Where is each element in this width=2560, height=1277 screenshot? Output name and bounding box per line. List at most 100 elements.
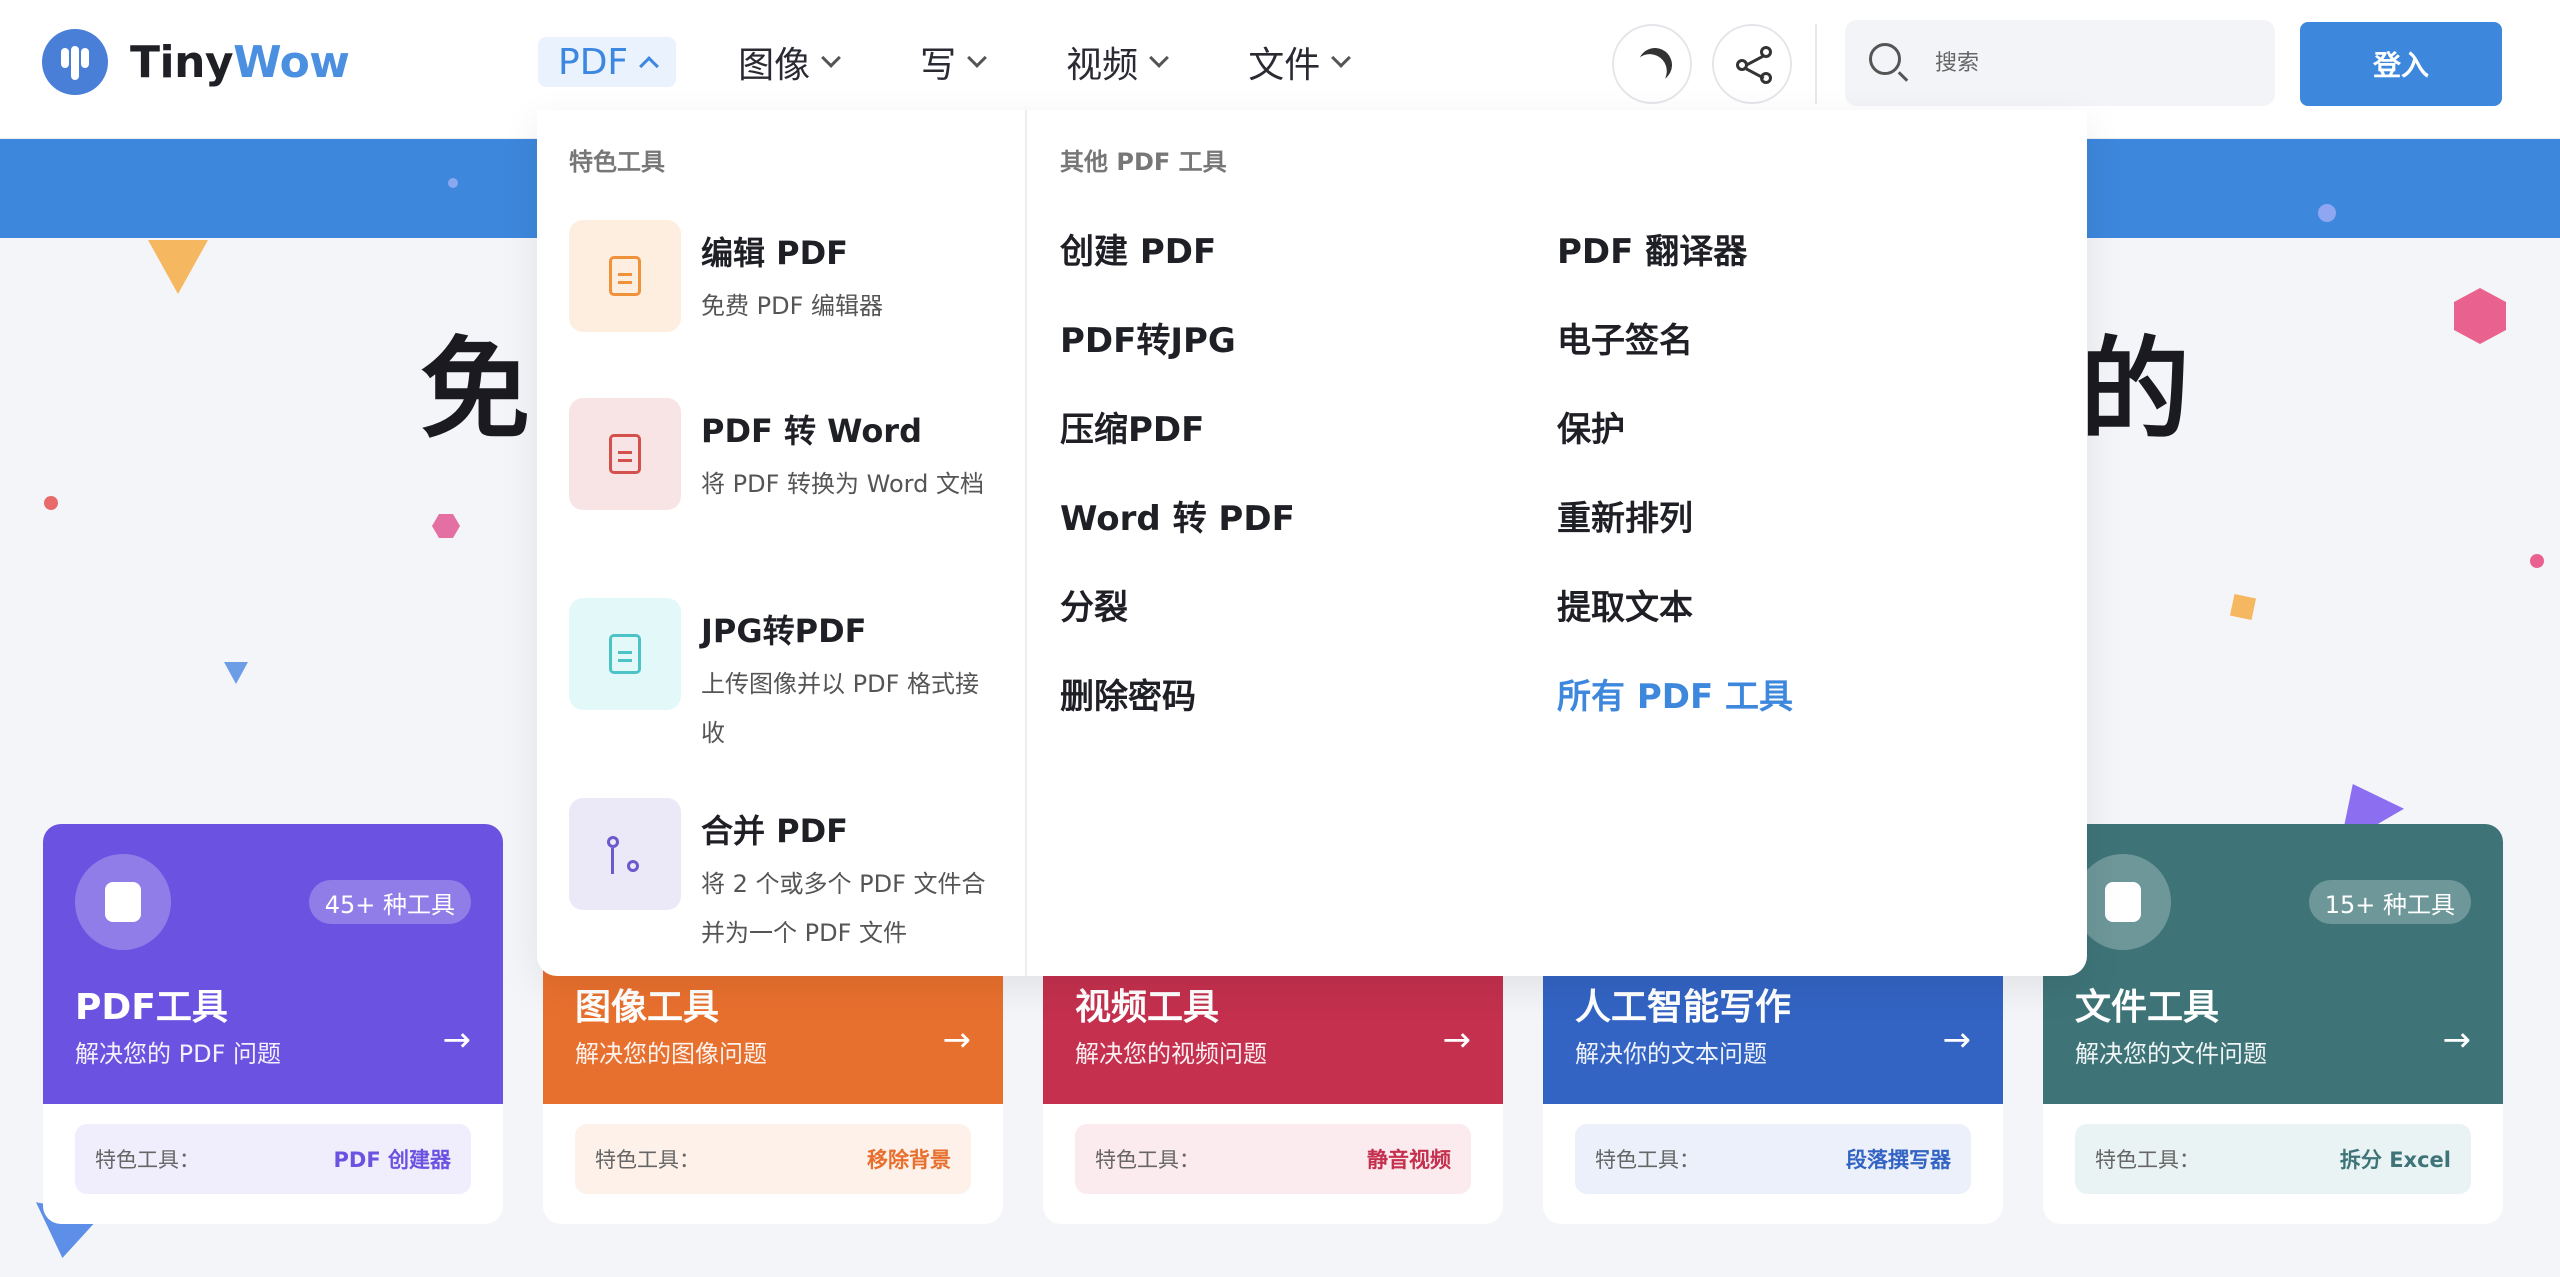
decor-triangle <box>148 240 208 294</box>
tool-link-pdf-translator[interactable]: PDF 翻译器 <box>1557 224 1747 273</box>
featured-tool-link[interactable]: PDF 创建器 <box>334 1144 451 1174</box>
moon-icon <box>1633 43 1677 87</box>
search-input[interactable] <box>1935 42 2255 84</box>
featured-tool-link[interactable]: 拆分 Excel <box>2340 1144 2451 1174</box>
header-divider <box>1815 24 1817 104</box>
featured-tool-row[interactable]: 特色工具： 移除背景 <box>575 1124 971 1194</box>
hero-title-left: 免 <box>420 326 530 454</box>
tool-link-split[interactable]: 分裂 <box>1060 580 1128 629</box>
chevron-down-icon <box>1149 48 1170 68</box>
nav-file[interactable]: 文件 <box>1228 37 1368 87</box>
decor-dot <box>448 178 458 188</box>
card-subtitle: 解决您的 PDF 问题 <box>75 1040 282 1068</box>
tool-link-reorder[interactable]: 重新排列 <box>1557 491 1693 540</box>
theme-toggle-button[interactable] <box>1612 24 1692 104</box>
tool-count-badge: 45+ 种工具 <box>308 880 471 924</box>
featured-tool-link[interactable]: 移除背景 <box>867 1144 951 1174</box>
nav-image[interactable]: 图像 <box>718 37 858 87</box>
tool-link-word-to-pdf[interactable]: Word 转 PDF <box>1060 491 1295 540</box>
card-file-tools[interactable]: 15+ 种工具 文件工具 解决您的文件问题 → 特色工具： 拆分 Excel <box>2043 824 2503 1224</box>
decor-cube <box>2454 288 2506 344</box>
card-title: PDF工具 <box>75 987 228 1028</box>
card-title: 图像工具 <box>575 987 720 1028</box>
main-nav: PDF 图像 写 视频 文件 <box>538 37 1410 87</box>
featured-label: 特色工具： <box>2095 1148 2200 1172</box>
featured-item-merge-pdf[interactable]: 合并 PDF 将 2 个或多个 PDF 文件合并为一个 PDF 文件 <box>569 798 1009 958</box>
tool-link-compress-pdf[interactable]: 压缩PDF <box>1060 402 1204 451</box>
decor-dot <box>2530 554 2544 568</box>
featured-item-desc: 免费 PDF 编辑器 <box>701 292 884 320</box>
tool-count-badge: 15+ 种工具 <box>2308 880 2471 924</box>
card-header: 15+ 种工具 文件工具 解决您的文件问题 → <box>2043 824 2503 1104</box>
tool-link-protect[interactable]: 保护 <box>1557 402 1625 451</box>
chevron-up-icon <box>639 56 660 76</box>
chevron-down-icon <box>1331 48 1352 68</box>
arrow-right-icon[interactable]: → <box>1443 1020 1472 1060</box>
pdf-icon <box>75 854 171 950</box>
card-title: 人工智能写作 <box>1575 987 1792 1028</box>
decor-hexagon <box>432 514 460 538</box>
card-pdf-tools[interactable]: 45+ 种工具 PDF工具 解决您的 PDF 问题 → 特色工具： PDF 创建… <box>43 824 503 1224</box>
featured-tool-link[interactable]: 静音视频 <box>1367 1144 1451 1174</box>
card-title: 文件工具 <box>2075 987 2220 1028</box>
featured-item-title: JPG转PDF <box>701 612 867 650</box>
featured-label: 特色工具： <box>1095 1148 1200 1172</box>
tool-link-pdf-to-jpg[interactable]: PDF转JPG <box>1060 313 1236 362</box>
nav-video[interactable]: 视频 <box>1046 37 1186 87</box>
featured-tool-row[interactable]: 特色工具： 拆分 Excel <box>2075 1124 2471 1194</box>
decor-dot <box>44 496 58 510</box>
featured-item-desc: 将 2 个或多个 PDF 文件合并为一个 PDF 文件 <box>701 870 986 947</box>
word-doc-icon <box>569 398 681 510</box>
card-subtitle: 解决您的视频问题 <box>1075 1040 1267 1068</box>
tool-link-create-pdf[interactable]: 创建 PDF <box>1060 224 1216 273</box>
decor-triangle <box>224 662 248 684</box>
share-button[interactable] <box>1712 24 1792 104</box>
merge-icon <box>569 798 681 910</box>
card-subtitle: 解决你的文本问题 <box>1575 1040 1767 1068</box>
search-box <box>1845 20 2275 106</box>
tool-link-extract-text[interactable]: 提取文本 <box>1557 580 1693 629</box>
featured-item-jpg-to-pdf[interactable]: JPG转PDF 上传图像并以 PDF 格式接收 <box>569 598 1009 778</box>
featured-heading: 特色工具 <box>569 148 665 176</box>
other-tools-heading: 其他 PDF 工具 <box>1060 148 1227 176</box>
featured-label: 特色工具： <box>95 1148 200 1172</box>
featured-item-title: PDF 转 Word <box>701 412 922 450</box>
featured-item-desc: 将 PDF 转换为 Word 文档 <box>701 470 984 498</box>
decor-dot <box>2318 204 2336 222</box>
logo-icon <box>42 29 108 95</box>
featured-item-edit-pdf[interactable]: 编辑 PDF 免费 PDF 编辑器 <box>569 220 1009 360</box>
shapes-icon <box>2075 854 2171 950</box>
tool-link-e-sign[interactable]: 电子签名 <box>1557 313 1693 362</box>
featured-label: 特色工具： <box>595 1148 700 1172</box>
featured-tool-row[interactable]: 特色工具： 静音视频 <box>1075 1124 1471 1194</box>
featured-label: 特色工具： <box>1595 1148 1700 1172</box>
image-doc-icon <box>569 598 681 710</box>
arrow-right-icon[interactable]: → <box>1943 1020 1972 1060</box>
chevron-down-icon <box>967 48 988 68</box>
login-button[interactable]: 登入 <box>2300 22 2502 106</box>
featured-tool-row[interactable]: 特色工具： PDF 创建器 <box>75 1124 471 1194</box>
card-subtitle: 解决您的图像问题 <box>575 1040 767 1068</box>
card-header: 45+ 种工具 PDF工具 解决您的 PDF 问题 → <box>43 824 503 1104</box>
tool-link-remove-password[interactable]: 删除密码 <box>1060 669 1196 718</box>
arrow-right-icon[interactable]: → <box>943 1020 972 1060</box>
hero-title-right: 的 <box>2080 326 2190 454</box>
arrow-right-icon[interactable]: → <box>2443 1020 2472 1060</box>
featured-item-desc: 上传图像并以 PDF 格式接收 <box>701 670 980 747</box>
pdf-dropdown-menu: 特色工具 编辑 PDF 免费 PDF 编辑器 PDF 转 Word 将 PDF … <box>537 110 2087 976</box>
featured-tool-row[interactable]: 特色工具： 段落撰写器 <box>1575 1124 1971 1194</box>
featured-tool-link[interactable]: 段落撰写器 <box>1846 1144 1951 1174</box>
all-pdf-tools-link[interactable]: 所有 PDF 工具 <box>1557 669 1793 718</box>
featured-tools-panel: 特色工具 编辑 PDF 免费 PDF 编辑器 PDF 转 Word 将 PDF … <box>537 110 1027 976</box>
decor-square <box>2229 593 2257 621</box>
edit-doc-icon <box>569 220 681 332</box>
card-subtitle: 解决您的文件问题 <box>2075 1040 2267 1068</box>
nav-write[interactable]: 写 <box>900 37 1004 87</box>
featured-item-title: 编辑 PDF <box>701 234 849 272</box>
brand-name: TinyWow <box>130 36 350 88</box>
featured-item-pdf-to-word[interactable]: PDF 转 Word 将 PDF 转换为 Word 文档 <box>569 398 1009 578</box>
logo[interactable]: TinyWow <box>42 29 350 95</box>
card-title: 视频工具 <box>1075 987 1220 1028</box>
arrow-right-icon[interactable]: → <box>443 1020 472 1060</box>
nav-pdf[interactable]: PDF <box>538 37 677 87</box>
